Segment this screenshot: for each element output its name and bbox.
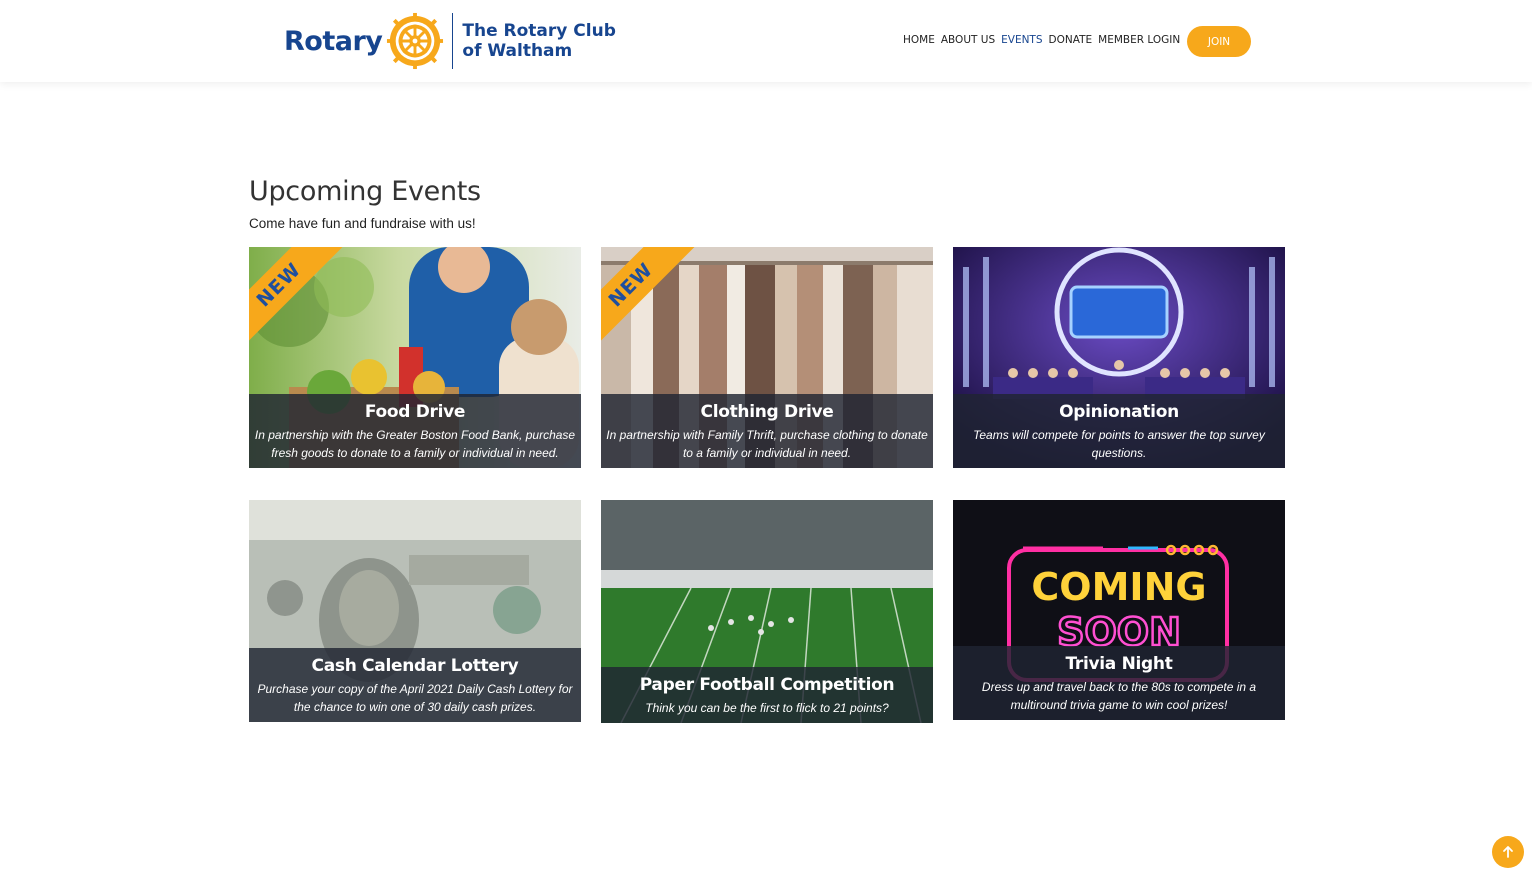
event-card-caption: Trivia Night Dress up and travel back to… [953, 646, 1285, 720]
event-title: Cash Calendar Lottery [311, 656, 519, 676]
nav-home[interactable]: HOME [903, 34, 935, 46]
page-title: Upcoming Events [249, 176, 481, 207]
nav-events[interactable]: EVENTS [1001, 34, 1042, 46]
event-description: Dress up and travel back to the 80s to c… [981, 680, 1257, 712]
nav-donate[interactable]: DONATE [1049, 34, 1093, 46]
main-nav: HOME ABOUT US EVENTS DONATE MEMBER LOGIN [903, 34, 1186, 46]
event-description: In partnership with Family Thrift, purch… [606, 428, 928, 460]
event-card-caption: Clothing Drive In partnership with Famil… [601, 394, 933, 468]
new-badge-label: NEW [249, 247, 344, 342]
event-card-caption: Cash Calendar Lottery Purchase your copy… [249, 648, 581, 722]
arrow-up-icon [1503, 846, 1513, 858]
event-description: Teams will compete for points to answer … [973, 428, 1265, 460]
club-name: The Rotary Club of Waltham [462, 21, 615, 61]
event-card-cash-calendar-lottery[interactable]: Cash Calendar Lottery Purchase your copy… [249, 500, 581, 722]
event-card-caption: Paper Football Competition Think you can… [601, 667, 933, 723]
event-title: Clothing Drive [700, 402, 834, 422]
event-title: Food Drive [364, 402, 466, 422]
event-title: Trivia Night [1065, 654, 1173, 674]
scroll-to-top-button[interactable] [1492, 836, 1524, 868]
event-card-caption: Food Drive In partnership with the Great… [249, 394, 581, 468]
event-description: Purchase your copy of the April 2021 Dai… [257, 682, 573, 714]
neon-line1: COMING [1031, 565, 1206, 609]
new-badge: NEW [601, 247, 696, 342]
club-name-line1: The Rotary Club [462, 21, 616, 41]
club-name-line2: of Waltham [462, 41, 573, 61]
page-subtitle: Come have fun and fundraise with us! [249, 216, 476, 231]
event-card-opinionation[interactable]: Opinionation Teams will compete for poin… [953, 247, 1285, 468]
new-badge: NEW [249, 247, 344, 342]
nav-member-login[interactable]: MEMBER LOGIN [1098, 34, 1180, 46]
logo-wordmark: Rotary [284, 25, 383, 57]
nav-about-us[interactable]: ABOUT US [941, 34, 995, 46]
join-button[interactable]: JOIN [1187, 26, 1251, 57]
logo-divider [452, 13, 454, 69]
new-badge-label: NEW [601, 247, 696, 342]
event-title: Opinionation [1059, 402, 1179, 422]
event-card-trivia-night[interactable]: COMING SOON Trivia Night Dress up and tr… [953, 500, 1285, 720]
rotary-wheel-icon [387, 12, 444, 70]
event-card-paper-football[interactable]: Paper Football Competition Think you can… [601, 500, 933, 723]
event-card-clothing-drive[interactable]: NEW Clothing Drive In partnership with F… [601, 247, 933, 468]
site-header: Rotary The Rotary Club of Waltham HOME A… [0, 0, 1532, 82]
event-description: Think you can be the first to flick to 2… [645, 701, 889, 715]
event-description: In partnership with the Greater Boston F… [254, 428, 576, 460]
event-card-food-drive[interactable]: NEW Food Drive In partnership with the G… [249, 247, 581, 468]
rotary-logo[interactable]: Rotary The Rotary Club of Waltham [284, 12, 616, 70]
event-title: Paper Football Competition [639, 675, 895, 695]
event-card-caption: Opinionation Teams will compete for poin… [953, 394, 1285, 468]
